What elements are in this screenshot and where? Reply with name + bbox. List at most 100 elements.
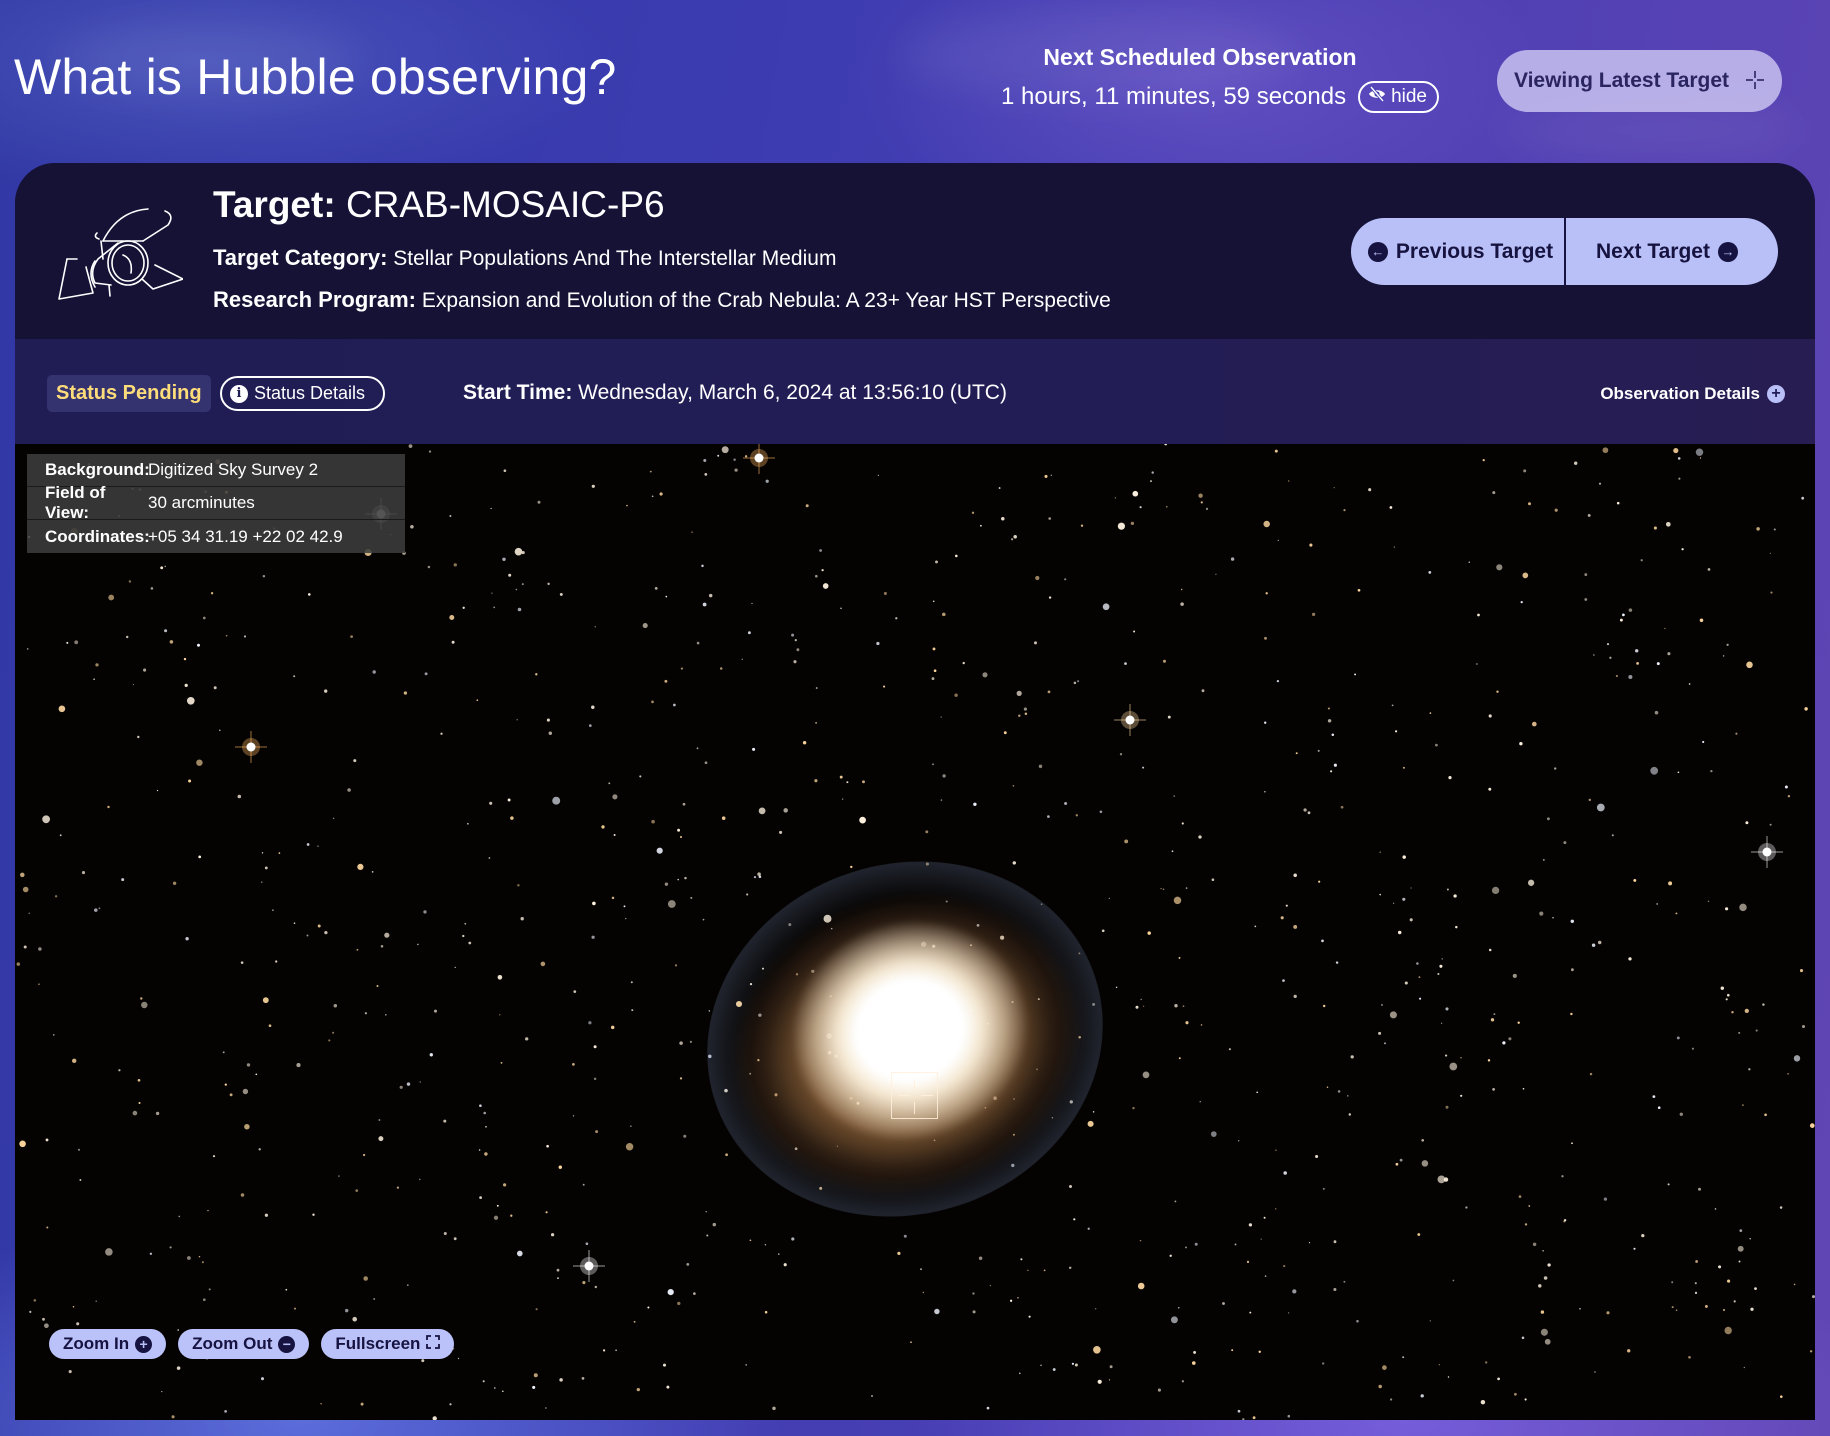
star xyxy=(1688,683,1691,685)
star xyxy=(1694,1282,1697,1285)
star xyxy=(38,983,40,985)
star xyxy=(1735,732,1738,735)
star xyxy=(667,1288,674,1296)
star xyxy=(1263,1216,1266,1219)
star xyxy=(1749,1238,1751,1240)
star xyxy=(306,843,310,846)
star xyxy=(363,1153,366,1157)
star xyxy=(1488,714,1492,718)
star xyxy=(608,782,611,785)
star xyxy=(1508,1037,1512,1041)
status-details-button[interactable]: i Status Details xyxy=(220,376,386,411)
info-icon: i xyxy=(230,384,248,403)
star xyxy=(240,1193,245,1197)
star xyxy=(396,1186,400,1189)
star xyxy=(453,1237,457,1241)
star xyxy=(859,816,866,824)
star xyxy=(296,1063,301,1068)
star xyxy=(1809,1123,1815,1128)
star xyxy=(478,1149,481,1151)
sky-image-viewer[interactable]: Background: Digitized Sky Survey 2 Field… xyxy=(15,444,1815,1420)
star xyxy=(1173,795,1175,797)
star xyxy=(1356,1319,1359,1323)
hide-label: hide xyxy=(1391,85,1427,107)
star xyxy=(679,1077,683,1080)
star xyxy=(493,1215,499,1220)
star xyxy=(602,1349,606,1352)
viewing-latest-target-button[interactable]: Viewing Latest Target xyxy=(1497,50,1782,112)
star xyxy=(406,1284,409,1287)
star xyxy=(489,801,493,805)
target-category: Target Category: Stellar Populations And… xyxy=(213,245,836,271)
star xyxy=(636,1387,640,1392)
star xyxy=(1003,731,1007,735)
zoom-out-button[interactable]: Zoom Out − xyxy=(178,1329,310,1359)
star xyxy=(1653,526,1657,530)
star xyxy=(1348,1113,1352,1116)
star xyxy=(693,1292,696,1295)
star xyxy=(1020,1258,1023,1261)
observation-details-toggle[interactable]: Observation Details + xyxy=(1600,384,1785,404)
star xyxy=(920,1268,922,1271)
star xyxy=(1421,1139,1424,1142)
star xyxy=(1130,521,1135,526)
star xyxy=(1445,1105,1449,1109)
previous-target-button[interactable]: ← Previous Target xyxy=(1351,218,1564,285)
star xyxy=(98,907,101,910)
star xyxy=(1378,1031,1382,1035)
star xyxy=(1445,1007,1449,1011)
star xyxy=(308,593,311,596)
hide-countdown-button[interactable]: hide xyxy=(1358,81,1439,113)
star xyxy=(1722,1308,1726,1312)
star xyxy=(1192,1361,1196,1365)
star xyxy=(1437,1175,1446,1184)
star xyxy=(1384,1042,1386,1045)
star xyxy=(443,1231,447,1236)
star xyxy=(1162,659,1167,663)
star xyxy=(1193,1350,1197,1354)
star xyxy=(1028,1315,1031,1318)
star xyxy=(1636,661,1640,665)
star xyxy=(1012,861,1016,865)
star xyxy=(137,735,140,739)
star xyxy=(1068,1266,1072,1270)
star xyxy=(680,667,683,670)
star xyxy=(1293,994,1297,999)
start-time-value: Wednesday, March 6, 2024 at 13:56:10 (UT… xyxy=(578,381,1007,404)
star xyxy=(169,1246,172,1249)
star xyxy=(1047,815,1050,818)
star xyxy=(1052,1368,1056,1371)
star xyxy=(516,719,518,721)
zoom-in-button[interactable]: Zoom In + xyxy=(49,1329,167,1359)
star xyxy=(23,945,27,949)
star xyxy=(779,830,783,834)
star xyxy=(664,679,668,683)
star xyxy=(895,617,898,620)
next-target-button[interactable]: Next Target → xyxy=(1564,218,1778,285)
star xyxy=(610,1025,615,1030)
star xyxy=(427,565,431,569)
star xyxy=(240,961,244,964)
star xyxy=(1178,1057,1181,1060)
star xyxy=(1773,528,1776,531)
star xyxy=(1496,690,1499,693)
star xyxy=(749,1239,752,1242)
star xyxy=(654,587,658,590)
fullscreen-button[interactable]: Fullscreen xyxy=(321,1329,455,1359)
star xyxy=(1274,1208,1277,1210)
star xyxy=(1596,803,1605,812)
star xyxy=(1071,1362,1075,1365)
star xyxy=(352,1316,358,1322)
star xyxy=(1260,1238,1262,1240)
star xyxy=(703,458,707,463)
image-controls: Zoom In + Zoom Out − Fullscreen xyxy=(49,1329,455,1359)
star xyxy=(1563,1219,1567,1222)
star xyxy=(1238,1140,1240,1142)
star xyxy=(501,1390,504,1393)
star xyxy=(1695,1260,1698,1263)
star xyxy=(1395,1162,1399,1166)
star xyxy=(406,1082,411,1086)
star xyxy=(1307,811,1311,815)
star xyxy=(242,1088,249,1095)
star xyxy=(846,781,849,784)
